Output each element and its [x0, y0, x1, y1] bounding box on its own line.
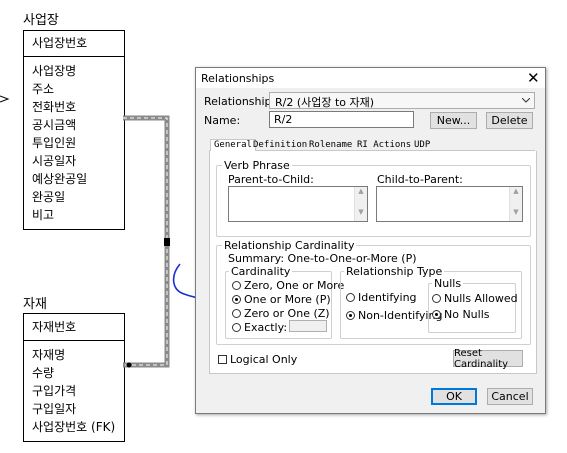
- radio-label: Exactly:: [244, 321, 288, 334]
- ok-button[interactable]: OK: [431, 388, 477, 405]
- name-input[interactable]: R/2: [269, 111, 414, 128]
- dialog-title: Relationships: [201, 72, 275, 85]
- scroll-down-icon[interactable]: ▼: [355, 208, 367, 216]
- delete-button[interactable]: Delete: [486, 112, 533, 129]
- relationship-type-label: Relationship Type: [344, 265, 445, 278]
- radio-button[interactable]: [232, 323, 241, 332]
- radio-button[interactable]: [346, 293, 355, 302]
- cardinality-option-zero-or-one[interactable]: Zero or One (Z): [232, 307, 330, 320]
- general-tab-panel: Verb Phrase Parent-to-Child: ▲ ▼ Child-t…: [209, 151, 537, 374]
- reset-cardinality-button[interactable]: Reset Cardinality: [453, 348, 523, 370]
- tab-definition[interactable]: Definition: [253, 140, 307, 150]
- radio-label: Zero, One or More: [244, 279, 345, 292]
- relationship-type-non-identifying[interactable]: Non-Identifying: [346, 309, 442, 322]
- relationship-cardinality-label: Relationship Cardinality: [222, 239, 357, 252]
- cardinality-option-exactly[interactable]: Exactly:: [232, 321, 287, 334]
- radio-button[interactable]: [232, 309, 241, 318]
- scroll-up-icon[interactable]: ▲: [355, 187, 367, 195]
- parent-to-child-label: Parent-to-Child:: [228, 173, 314, 186]
- tab-ri-actions[interactable]: RI Actions: [357, 140, 411, 150]
- nulls-allowed-option[interactable]: Nulls Allowed: [432, 292, 518, 305]
- scroll-up-icon[interactable]: ▲: [510, 187, 522, 195]
- cardinality-summary: Summary: One-to-One-or-More (P): [228, 252, 417, 265]
- name-label: Name:: [204, 114, 241, 127]
- radio-label: Identifying: [358, 291, 417, 304]
- radio-button-selected[interactable]: [232, 295, 241, 304]
- radio-label: One or More (P): [244, 293, 331, 306]
- relationship-select[interactable]: R/2 (사업장 to 자재): [269, 92, 535, 109]
- nulls-label: Nulls: [432, 277, 464, 290]
- logical-only-label: Logical Only: [230, 353, 298, 366]
- radio-button[interactable]: [232, 281, 241, 290]
- chevron-down-icon: [522, 98, 530, 103]
- cardinality-option-one-or-more[interactable]: One or More (P): [232, 293, 331, 306]
- exactly-count-input[interactable]: [289, 320, 327, 332]
- relationship-connector[interactable]: [123, 115, 170, 368]
- cardinality-option-zero-one-or-more[interactable]: Zero, One or More: [232, 279, 344, 292]
- cardinality-label: Cardinality: [229, 265, 293, 278]
- verb-phrase-label: Verb Phrase: [222, 159, 292, 172]
- radio-button-selected[interactable]: [346, 311, 355, 320]
- scroll-down-icon[interactable]: ▼: [510, 208, 522, 216]
- child-to-parent-label: Child-to-Parent:: [377, 173, 463, 186]
- radio-label: No Nulls: [444, 308, 490, 321]
- radio-button[interactable]: [432, 294, 441, 303]
- offscreen-connector-stub: [0, 95, 10, 103]
- tab-rolename[interactable]: Rolename: [309, 140, 352, 150]
- close-icon[interactable]: ✕: [527, 71, 540, 86]
- tab-udp[interactable]: UDP: [414, 140, 430, 150]
- relationship-type-identifying[interactable]: Identifying: [346, 291, 426, 304]
- scrollbar[interactable]: ▲ ▼: [354, 187, 367, 221]
- dialog-titlebar: Relationships ✕: [196, 68, 545, 88]
- relationship-label: Relationship:: [204, 95, 276, 108]
- name-input-value: R/2: [274, 113, 293, 126]
- relationship-select-value: R/2 (사업장 to 자재): [275, 96, 375, 109]
- logical-only-checkbox-row[interactable]: Logical Only: [218, 353, 298, 366]
- radio-label: Nulls Allowed: [444, 292, 518, 305]
- radio-button-selected[interactable]: [432, 310, 441, 319]
- cancel-button[interactable]: Cancel: [487, 388, 533, 405]
- no-nulls-option[interactable]: No Nulls: [432, 308, 512, 321]
- radio-label: Zero or One (Z): [244, 307, 330, 320]
- scrollbar[interactable]: ▲ ▼: [509, 187, 522, 221]
- child-to-parent-textarea[interactable]: ▲ ▼: [376, 186, 523, 222]
- parent-to-child-textarea[interactable]: ▲ ▼: [228, 186, 368, 222]
- logical-only-checkbox[interactable]: [218, 355, 227, 364]
- new-button[interactable]: New...: [430, 112, 477, 129]
- relationships-dialog: Relationships ✕ Relationship: R/2 (사업장 t…: [195, 67, 546, 414]
